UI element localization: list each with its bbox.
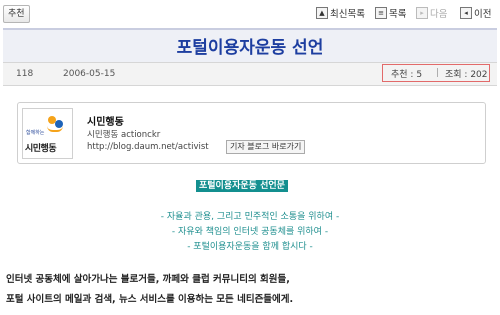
count-separator: | xyxy=(436,68,440,78)
slogan-line: - 포털이용자운동을 함께 합시다 - xyxy=(187,242,313,252)
author-sub: 시민행동 actionckr xyxy=(87,130,161,140)
next-arrow-icon: ▸ xyxy=(416,7,428,19)
list-icon: ≡ xyxy=(375,7,387,19)
next-label: 다음 xyxy=(430,9,448,20)
post-counts-box: 추천 : 5 | 조회 : 202 xyxy=(382,64,490,82)
post-meta-bar: 118 2006-05-15 추천 : 5 | 조회 : 202 xyxy=(3,62,497,86)
post-title: 포털이용자운동 선언 xyxy=(176,38,324,58)
prev-label: 이전 xyxy=(474,9,492,20)
author-card: 함께하는 시민행동 시민행동 시민행동 actionckr http://blo… xyxy=(17,102,486,164)
prev-link[interactable]: ◂ 이전 xyxy=(460,6,491,20)
blog-link-button[interactable]: 기자 블로그 바로가기 xyxy=(226,140,306,154)
highlight-title: 포털이용자운동 선언문 xyxy=(196,180,288,192)
recommend-count: 추천 : 5 xyxy=(391,69,423,80)
next-link[interactable]: ▸ 다음 xyxy=(416,6,447,20)
paragraph-line: 인터넷 공동체에 살아가나는 블로거들, 까페와 클럽 커뮤니티의 회원들, xyxy=(6,274,290,285)
toolbar: 추천 ▲ 최신목록 ≡ 목록 ▸ 다음 ◂ 이전 xyxy=(0,0,500,28)
logo-figure-arc xyxy=(47,126,63,132)
author-name: 시민행동 xyxy=(87,117,124,128)
latest-list-label: 최신목록 xyxy=(330,9,365,20)
logo-top-text: 함께하는 xyxy=(26,130,45,136)
post-number: 118 xyxy=(16,69,34,79)
slogan-line: - 자유와 책임의 인터넷 공동체를 위하여 - xyxy=(171,227,329,237)
logo-main-text: 시민행동 xyxy=(25,144,57,154)
author-blog-url[interactable]: http://blog.daum.net/activist xyxy=(87,142,209,152)
slogan-line: - 자율과 관용, 그리고 민주적인 소통을 위하여 - xyxy=(160,212,340,222)
list-link[interactable]: ≡ 목록 xyxy=(375,6,406,20)
paragraph-line: 포털 사이트의 메일과 검색, 뉴스 서비스를 이용하는 모든 네티즌들에게. xyxy=(6,294,294,305)
list-label: 목록 xyxy=(389,9,407,20)
view-count: 조회 : 202 xyxy=(445,69,488,80)
title-bar: 포털이용자운동 선언 xyxy=(3,28,497,64)
prev-arrow-icon: ◂ xyxy=(460,7,472,19)
list-up-icon: ▲ xyxy=(316,7,328,19)
post-date: 2006-05-15 xyxy=(63,69,116,79)
latest-list-link[interactable]: ▲ 최신목록 xyxy=(316,6,365,20)
author-logo[interactable]: 함께하는 시민행동 xyxy=(22,108,73,159)
recommend-button[interactable]: 추천 xyxy=(3,5,30,23)
